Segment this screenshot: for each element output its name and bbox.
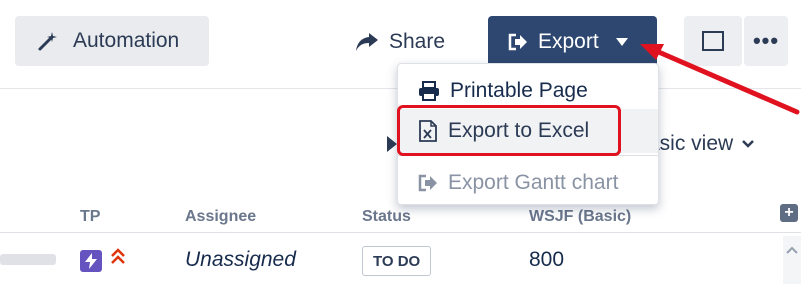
automation-label: Automation bbox=[73, 29, 180, 52]
export-label: Export bbox=[538, 30, 599, 53]
menu-item-label: Printable Page bbox=[450, 79, 588, 102]
share-button[interactable]: Share bbox=[355, 20, 445, 64]
automation-button[interactable]: Automation bbox=[15, 16, 209, 66]
view-selector[interactable]: asic view bbox=[648, 132, 755, 156]
highest-priority-icon bbox=[110, 248, 126, 268]
add-column-button[interactable]: + bbox=[780, 204, 798, 222]
table-row[interactable]: Unassigned TO DO 800 bbox=[0, 236, 801, 284]
wsjf-value: 800 bbox=[529, 248, 565, 271]
column-header-wsjf[interactable]: WSJF (Basic) bbox=[529, 208, 631, 226]
column-header-assignee[interactable]: Assignee bbox=[185, 208, 256, 226]
column-header-status[interactable]: Status bbox=[362, 208, 411, 226]
share-arrow-icon bbox=[355, 32, 379, 52]
more-options-button[interactable]: ••• bbox=[744, 16, 788, 66]
export-icon bbox=[508, 33, 528, 51]
more-icon: ••• bbox=[752, 28, 780, 53]
square-icon bbox=[702, 31, 724, 51]
export-icon bbox=[418, 174, 438, 192]
chevron-down-icon bbox=[741, 139, 755, 149]
status-badge[interactable]: TO DO bbox=[362, 246, 432, 276]
scroll-up-icon[interactable] bbox=[786, 243, 798, 257]
share-label: Share bbox=[389, 30, 446, 53]
export-button[interactable]: Export bbox=[488, 16, 657, 68]
assignee-value[interactable]: Unassigned bbox=[185, 248, 296, 272]
menu-item-export-gantt-chart[interactable]: Export Gantt chart bbox=[398, 161, 658, 205]
view-toggle-button[interactable] bbox=[684, 16, 742, 66]
annotation-highlight-box bbox=[397, 105, 621, 156]
magic-wand-icon bbox=[37, 30, 59, 52]
lightning-icon bbox=[80, 250, 102, 272]
summary-placeholder bbox=[0, 254, 56, 265]
column-header-tp[interactable]: TP bbox=[80, 208, 100, 226]
view-icon bbox=[387, 136, 397, 152]
caret-down-icon bbox=[615, 37, 629, 47]
menu-item-label: Export Gantt chart bbox=[448, 171, 619, 194]
view-selector-label: asic view bbox=[648, 132, 734, 155]
printer-icon bbox=[418, 81, 440, 101]
